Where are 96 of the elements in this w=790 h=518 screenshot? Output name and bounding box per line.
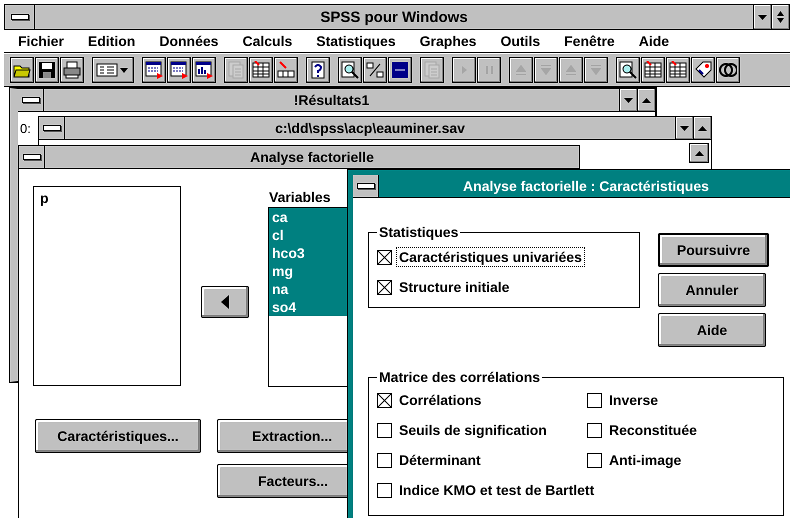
chart-icon [195, 61, 213, 79]
group-title: Matrice des corrélations [378, 369, 542, 385]
dialog-button[interactable]: Aide [658, 313, 766, 347]
checkbox-label[interactable]: Corrélations [396, 390, 484, 410]
up-icon [566, 65, 576, 75]
checkbox[interactable] [377, 422, 392, 438]
toolbar-button[interactable] [192, 57, 216, 83]
checkbox[interactable] [587, 392, 602, 408]
dialog-icon [145, 61, 163, 79]
checkbox[interactable] [587, 452, 602, 468]
checkbox[interactable] [377, 392, 392, 408]
down-arrow-icon [758, 14, 767, 20]
toolbar-button[interactable] [338, 57, 362, 83]
toolbar-button[interactable] [716, 57, 740, 83]
restore-button[interactable] [771, 5, 789, 29]
grid-icon [252, 61, 270, 79]
printer-icon [63, 61, 81, 79]
toolbar-button[interactable] [249, 57, 273, 83]
toolbar-button[interactable] [363, 57, 387, 83]
toolbar-button[interactable] [60, 57, 84, 83]
document-icon [423, 61, 441, 79]
help-icon [309, 61, 327, 79]
toolbar-button[interactable] [641, 57, 665, 83]
toolbar-button[interactable] [306, 57, 330, 83]
menu-item[interactable]: Edition [74, 33, 146, 49]
menu-item[interactable]: Outils [486, 33, 550, 49]
insert-icon [277, 61, 295, 79]
group-title: Statistiques [378, 224, 460, 240]
labels-icon [366, 61, 384, 79]
down-icon [541, 65, 551, 75]
minimize-button[interactable] [753, 5, 771, 29]
circles-icon [719, 61, 737, 79]
up-arrow-icon [694, 150, 704, 156]
scroll-up-button[interactable] [689, 143, 709, 163]
toolbar-button[interactable] [142, 57, 166, 83]
grid-icon [669, 61, 687, 79]
checkbox-label[interactable]: Inverse [606, 390, 662, 410]
dialog-icon [170, 61, 188, 79]
dialog-button[interactable]: Caractéristiques... [35, 419, 201, 453]
tag-icon [694, 61, 712, 79]
window-title: Analyse factorielle [249, 149, 375, 165]
pause-icon [486, 66, 492, 74]
maximize-button[interactable] [693, 117, 711, 139]
dialog-title: Analyse factorielle : Caractéristiques [462, 178, 710, 194]
minimize-button[interactable] [675, 117, 693, 139]
move-button[interactable] [201, 286, 249, 318]
app-title: SPSS pour Windows [319, 8, 469, 26]
menu-item[interactable]: Graphes [406, 33, 486, 49]
checkbox-label[interactable]: Structure initiale [396, 277, 512, 297]
list-icon [96, 61, 130, 79]
toolbar-button[interactable] [616, 57, 640, 83]
dialog-button[interactable]: Annuler [658, 273, 766, 307]
checkbox-label[interactable]: Anti-image [606, 450, 684, 470]
toolbar-button[interactable] [92, 57, 134, 83]
system-menu-button[interactable] [353, 175, 379, 197]
toolbar-button[interactable] [691, 57, 715, 83]
down-arrow-icon [624, 98, 633, 102]
toolbar-button[interactable] [274, 57, 298, 83]
maximize-button[interactable] [637, 89, 655, 111]
left-triangle-icon [221, 295, 229, 309]
checkbox-label[interactable]: Caractéristiques univariées [396, 247, 585, 267]
up-icon [516, 65, 526, 75]
grid-icon [644, 61, 662, 79]
menu-item[interactable]: Calculs [228, 33, 302, 49]
down-arrow-icon [680, 126, 689, 130]
toolbar-button[interactable] [167, 57, 191, 83]
magnifier-icon [619, 61, 637, 79]
checkbox[interactable] [377, 452, 392, 468]
list-item[interactable]: p [37, 189, 177, 207]
checkbox[interactable] [377, 250, 392, 264]
menu-item[interactable]: Données [145, 33, 228, 49]
copy-icon [227, 61, 245, 79]
menu-item[interactable]: Statistiques [302, 33, 406, 49]
toolbar-button[interactable] [10, 57, 34, 83]
checkbox[interactable] [377, 280, 392, 294]
checkbox-label[interactable]: Reconstituée [606, 420, 700, 440]
menu-item[interactable]: Aide [624, 33, 680, 49]
magnifier-icon [341, 61, 359, 79]
menu-item[interactable]: Fichier [4, 33, 74, 49]
checkbox[interactable] [377, 482, 392, 498]
play-icon [462, 66, 466, 74]
toolbar-button[interactable] [666, 57, 690, 83]
window-title: c:\dd\spss\acp\eauminer.sav [274, 120, 466, 136]
toolbar-button[interactable] [388, 57, 412, 83]
down-icon [591, 65, 601, 75]
list-label: Variables [268, 189, 332, 205]
window-title: !Résultats1 [292, 92, 370, 108]
cell-reference: 0: [20, 121, 31, 136]
checkbox[interactable] [587, 422, 602, 438]
up-down-arrow-icon [777, 11, 784, 23]
up-arrow-icon [642, 98, 651, 102]
up-arrow-icon [698, 126, 707, 130]
minimize-button[interactable] [619, 89, 637, 111]
dialog-button[interactable]: Poursuivre [658, 233, 769, 267]
menu-item[interactable]: Fenêtre [550, 33, 625, 49]
toolbar-button[interactable] [35, 57, 59, 83]
